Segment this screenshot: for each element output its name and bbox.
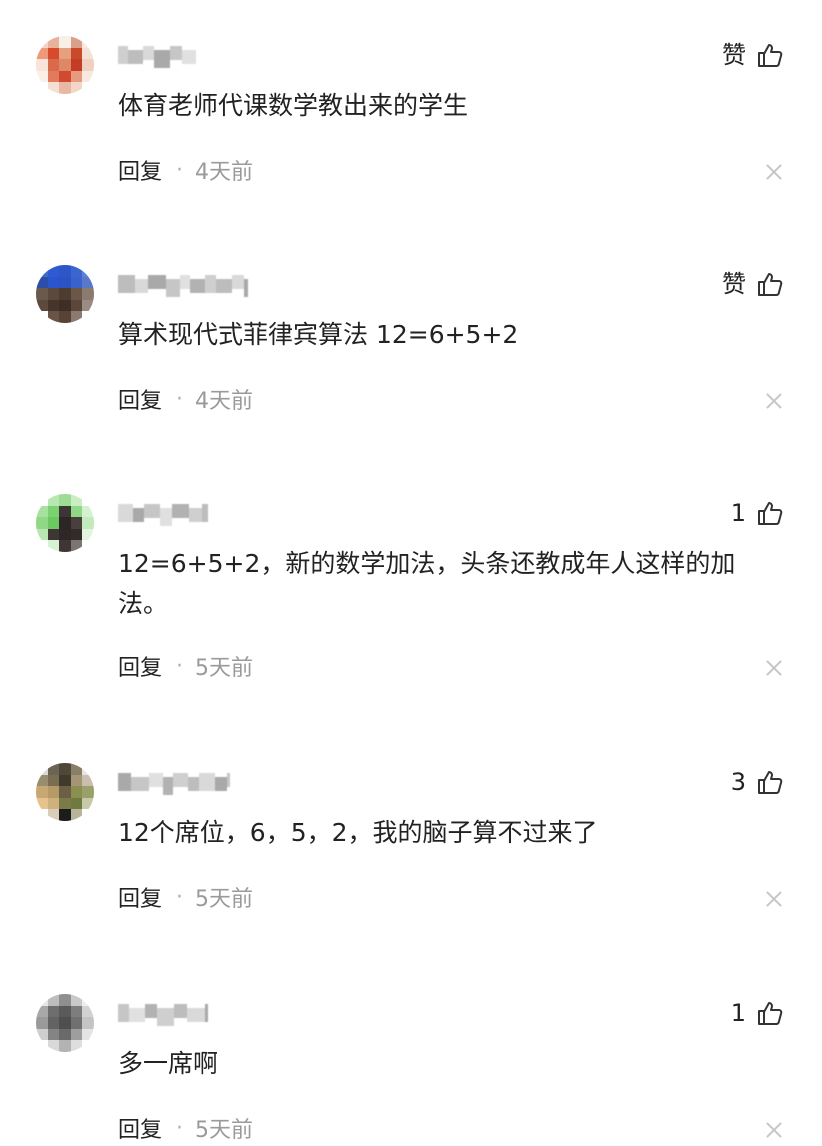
- close-icon[interactable]: [766, 164, 782, 180]
- separator-dot: ·: [176, 157, 184, 183]
- close-icon[interactable]: [766, 393, 782, 409]
- comment-meta: 回复 · 5天前: [118, 650, 253, 682]
- comment-text: 算术现代式菲律宾算法 12=6+5+2: [118, 320, 519, 349]
- separator-dot: ·: [176, 1115, 184, 1141]
- username-blurred[interactable]: [118, 1000, 208, 1026]
- separator-dot: ·: [176, 386, 184, 412]
- like-count: 1: [730, 499, 746, 527]
- separator-dot: ·: [176, 884, 184, 910]
- like-button[interactable]: 1: [731, 498, 784, 528]
- comment-meta: 回复 · 4天前: [118, 383, 253, 415]
- timestamp: 5天前: [195, 887, 254, 912]
- comment-text: 12=6+5+2，新的数学加法，头条还教成年人这样的加法。: [118, 549, 736, 618]
- username-blurred[interactable]: [118, 271, 248, 297]
- thumbs-up-icon: [756, 41, 784, 69]
- thumbs-up-icon: [756, 999, 784, 1027]
- like-count: 赞: [722, 41, 746, 69]
- comment-list: 赞体育老师代课数学教出来的学生 回复 · 4天前赞算术现代式菲律宾算法 12=6+5+…: [0, 0, 822, 1146]
- timestamp: 4天前: [195, 389, 254, 414]
- like-button[interactable]: 赞: [722, 40, 784, 70]
- close-icon[interactable]: [766, 1122, 782, 1138]
- avatar[interactable]: [36, 265, 94, 323]
- thumbs-up-icon: [756, 270, 784, 298]
- reply-button[interactable]: 回复: [118, 650, 162, 682]
- like-button[interactable]: 赞: [722, 269, 784, 299]
- timestamp: 4天前: [195, 160, 254, 185]
- comment-meta: 回复 · 5天前: [118, 881, 253, 913]
- separator-dot: ·: [176, 653, 184, 679]
- avatar[interactable]: [36, 494, 94, 552]
- comment-text: 多一席啊: [118, 1049, 219, 1078]
- comment-meta: 回复 · 5天前: [118, 1112, 253, 1144]
- like-count: 1: [730, 999, 746, 1027]
- avatar[interactable]: [36, 763, 94, 821]
- comment-text: 12个席位，6，5，2，我的脑子算不过来了: [118, 818, 598, 847]
- comment-text: 体育老师代课数学教出来的学生: [118, 91, 469, 120]
- timestamp: 5天前: [195, 1118, 254, 1143]
- avatar[interactable]: [36, 994, 94, 1052]
- username-blurred[interactable]: [118, 769, 230, 795]
- timestamp: 5天前: [195, 656, 254, 681]
- reply-button[interactable]: 回复: [118, 1112, 162, 1144]
- comment-meta: 回复 · 4天前: [118, 154, 253, 186]
- close-icon[interactable]: [766, 891, 782, 907]
- reply-button[interactable]: 回复: [118, 881, 162, 913]
- thumbs-up-icon: [756, 768, 784, 796]
- avatar[interactable]: [36, 36, 94, 94]
- username-blurred[interactable]: [118, 42, 196, 68]
- like-count: 3: [730, 768, 746, 796]
- reply-button[interactable]: 回复: [118, 154, 162, 186]
- like-button[interactable]: 3: [731, 767, 784, 797]
- reply-button[interactable]: 回复: [118, 383, 162, 415]
- thumbs-up-icon: [756, 499, 784, 527]
- like-button[interactable]: 1: [731, 998, 784, 1028]
- close-icon[interactable]: [766, 660, 782, 676]
- username-blurred[interactable]: [118, 500, 208, 526]
- like-count: 赞: [722, 270, 746, 298]
